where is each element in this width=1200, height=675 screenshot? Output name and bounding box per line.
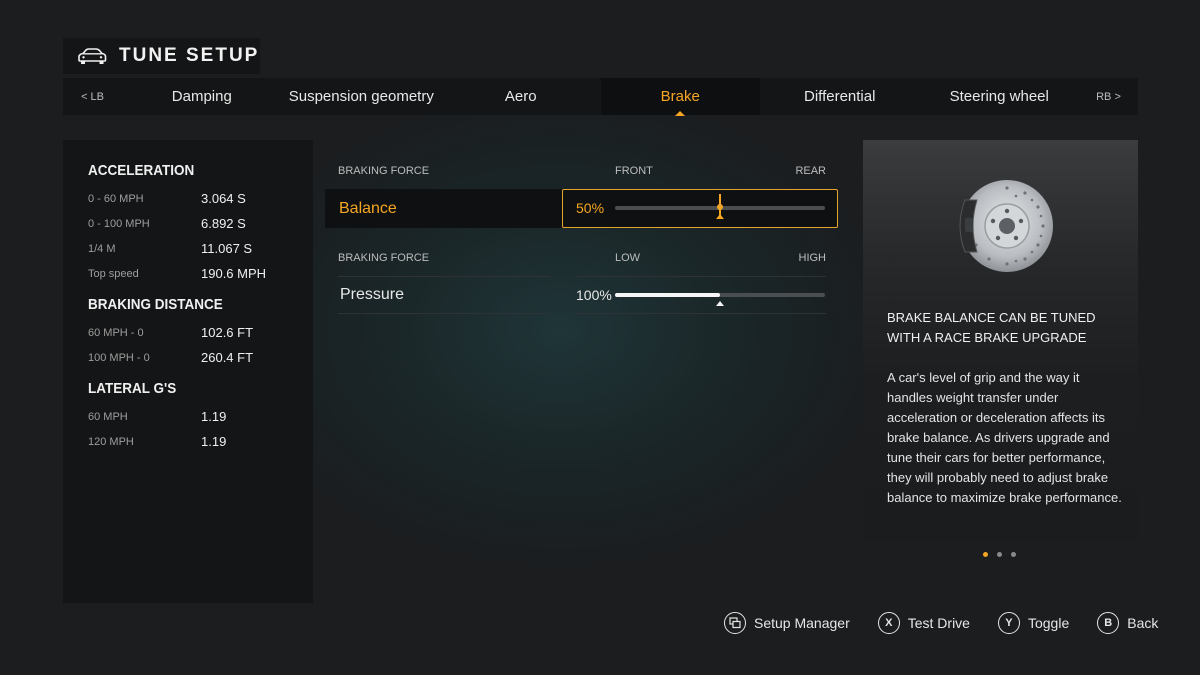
- tab-steering-wheel[interactable]: Steering wheel: [919, 78, 1078, 115]
- back-button[interactable]: B Back: [1097, 612, 1158, 634]
- test-drive-button[interactable]: X Test Drive: [877, 612, 970, 634]
- tab-prev-lb[interactable]: < LB: [63, 91, 122, 103]
- stat-row: 100 MPH - 0 260.4 FT: [88, 345, 313, 370]
- stat-label: 0 - 100 MPH: [88, 217, 150, 230]
- toggle-button[interactable]: Y Toggle: [997, 612, 1070, 634]
- button-prompts-bar: Setup Manager X Test Drive Y Toggle B Ba…: [724, 611, 1158, 635]
- balance-value: 50%: [576, 200, 605, 216]
- stat-value: 190.6 MPH: [201, 266, 267, 281]
- tab-suspension-geometry[interactable]: Suspension geometry: [282, 78, 441, 115]
- stat-value: 102.6 FT: [201, 325, 254, 340]
- stat-row: 0 - 100 MPH 6.892 S: [88, 211, 313, 236]
- info-description: A car's level of grip and the way it han…: [887, 370, 1122, 505]
- stat-label: 0 - 60 MPH: [88, 192, 144, 205]
- stat-value: 11.067 S: [201, 241, 253, 256]
- b-button-icon: B: [1097, 612, 1120, 634]
- balance-slider-knob[interactable]: [717, 204, 723, 210]
- balance-slider-control[interactable]: 50%: [562, 189, 838, 228]
- stat-value: 3.064 S: [201, 191, 246, 206]
- page-title: TUNE SETUP: [119, 45, 260, 66]
- stat-row: Top speed 190.6 MPH: [88, 261, 313, 286]
- tab-brake[interactable]: Brake: [600, 78, 760, 116]
- stat-value: 1.19: [201, 409, 227, 424]
- tab-bar: < LB Damping Suspension geometry Aero Br…: [63, 78, 1138, 116]
- balance-default-caret-icon: [716, 214, 724, 219]
- stat-row: 1/4 M 11.067 S: [88, 236, 313, 261]
- tab-aero[interactable]: Aero: [441, 78, 600, 115]
- stat-label: 120 MPH: [88, 435, 134, 448]
- pressure-value: 100%: [576, 287, 612, 303]
- braking-distance-heading: BRAKING DISTANCE: [88, 296, 223, 313]
- balance-label: Balance: [325, 189, 562, 228]
- tab-damping[interactable]: Damping: [122, 78, 281, 115]
- pressure-label: Pressure: [340, 286, 405, 303]
- acceleration-heading: ACCELERATION: [88, 162, 195, 179]
- brake-disc-icon: [959, 180, 1053, 272]
- setup-manager-button[interactable]: Setup Manager: [724, 612, 850, 634]
- balance-header-front: FRONT: [615, 165, 653, 177]
- pressure-header-high: HIGH: [798, 252, 827, 264]
- y-button-icon: Y: [997, 612, 1020, 634]
- pagination-dot[interactable]: [983, 552, 988, 557]
- car-icon: [78, 48, 107, 64]
- setup-manager-label: Setup Manager: [754, 615, 850, 631]
- pressure-slider-fill: [615, 293, 720, 297]
- stat-value: 260.4 FT: [201, 350, 254, 365]
- info-pagination: [983, 552, 1016, 557]
- tab-next-rb[interactable]: RB >: [1079, 91, 1138, 103]
- info-panel: BRAKE BALANCE CAN BE TUNED WITH A RACE B…: [863, 140, 1138, 540]
- acceleration-section: ACCELERATION 0 - 60 MPH 3.064 S 0 - 100 M…: [88, 162, 313, 286]
- pressure-header-label: BRAKING FORCE: [338, 252, 430, 264]
- performance-stats-panel: ACCELERATION 0 - 60 MPH 3.064 S 0 - 100 M…: [63, 140, 313, 603]
- stat-row: 0 - 60 MPH 3.064 S: [88, 186, 313, 211]
- pressure-setting-row[interactable]: Pressure 100%: [338, 276, 826, 314]
- tab-differential[interactable]: Differential: [760, 78, 919, 115]
- stat-label: 60 MPH - 0: [88, 326, 144, 339]
- setup-manager-icon: [724, 612, 746, 634]
- pressure-header-low: LOW: [615, 252, 641, 264]
- stat-value: 1.19: [201, 434, 227, 449]
- stat-label: Top speed: [88, 267, 139, 280]
- page-title-box: TUNE SETUP: [63, 38, 260, 74]
- stat-row: 60 MPH - 0 102.6 FT: [88, 320, 313, 345]
- balance-header-rear: REAR: [795, 165, 826, 177]
- x-button-icon: X: [877, 612, 900, 634]
- pagination-dot[interactable]: [997, 552, 1002, 557]
- stat-row: 120 MPH 1.19: [88, 429, 313, 454]
- pressure-default-caret-icon: [716, 301, 724, 306]
- lateral-g-section: LATERAL G'S 60 MPH 1.19 120 MPH 1.19: [88, 380, 313, 454]
- stat-row: 60 MPH 1.19: [88, 404, 313, 429]
- stat-label: 60 MPH: [88, 410, 128, 423]
- test-drive-label: Test Drive: [907, 615, 970, 631]
- lateral-g-heading: LATERAL G'S: [88, 380, 177, 397]
- stat-label: 1/4 M: [88, 242, 116, 255]
- back-label: Back: [1127, 615, 1159, 631]
- stat-label: 100 MPH - 0: [88, 351, 150, 364]
- toggle-label: Toggle: [1027, 615, 1070, 631]
- info-title: BRAKE BALANCE CAN BE TUNED WITH A RACE B…: [887, 310, 1096, 345]
- balance-setting-row[interactable]: Balance 50%: [325, 189, 838, 228]
- braking-distance-section: BRAKING DISTANCE 60 MPH - 0 102.6 FT 100 …: [88, 296, 313, 370]
- pagination-dot[interactable]: [1011, 552, 1016, 557]
- stat-value: 6.892 S: [201, 216, 246, 231]
- balance-header-label: BRAKING FORCE: [338, 165, 430, 177]
